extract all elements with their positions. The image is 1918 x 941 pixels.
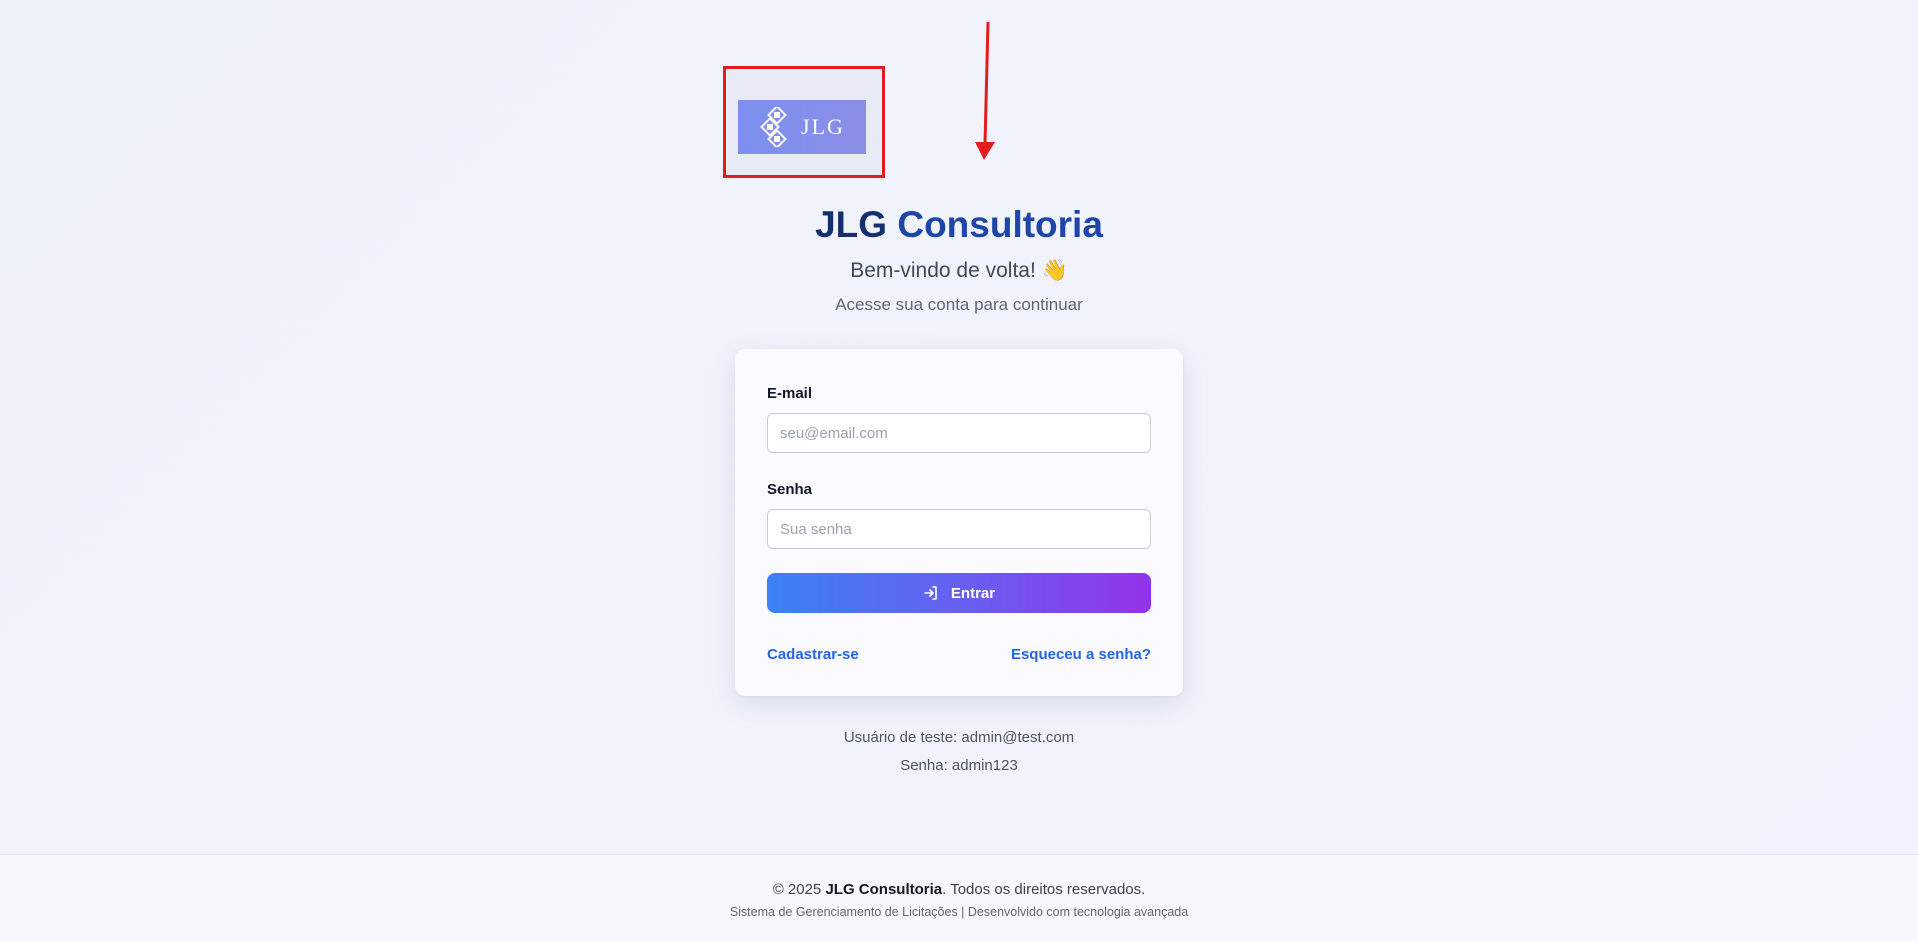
register-link[interactable]: Cadastrar-se (767, 646, 859, 663)
red-arrow-annotation-icon (975, 21, 995, 160)
password-input[interactable] (767, 509, 1151, 549)
copyright-year: © 2025 (772, 881, 822, 898)
footer-tagline: Sistema de Gerenciamento de Licitações |… (729, 905, 1189, 919)
email-input[interactable] (767, 413, 1151, 453)
login-card: E-mail Senha Entrar Cadastrar-se Esquece… (735, 349, 1183, 696)
footer: © 2025 JLG Consultoria. Todos os direito… (0, 854, 1918, 941)
copyright-suffix: . Todos os direitos reservados. (942, 881, 1146, 898)
welcome-message: Bem-vindo de volta! 👋 (850, 259, 1068, 282)
login-button[interactable]: Entrar (767, 573, 1151, 613)
company-logo: JLG (738, 100, 866, 154)
logo-highlight-annotation: JLG (723, 66, 885, 178)
subtitle: Acesse sua conta para continuar (835, 295, 1083, 314)
title-brand: JLG (815, 204, 888, 245)
footer-copyright: © 2025 JLG Consultoria. Todos os direito… (0, 881, 1918, 898)
test-user-email: Usuário de teste: admin@test.com (843, 729, 1075, 746)
login-button-label: Entrar (950, 584, 996, 602)
logo-text: JLG (801, 114, 845, 139)
forgot-password-link[interactable]: Esqueceu a senha? (1011, 646, 1151, 663)
email-label: E-mail (767, 385, 813, 402)
footer-company: JLG Consultoria (825, 881, 943, 898)
page-title: JLG Consultoria (0, 200, 1918, 250)
login-icon (924, 586, 937, 600)
test-user-password: Senha: admin123 (900, 757, 1018, 774)
title-consultoria: Consultoria (897, 204, 1103, 245)
password-label: Senha (767, 481, 813, 498)
logo-diamond-icon (760, 107, 787, 147)
